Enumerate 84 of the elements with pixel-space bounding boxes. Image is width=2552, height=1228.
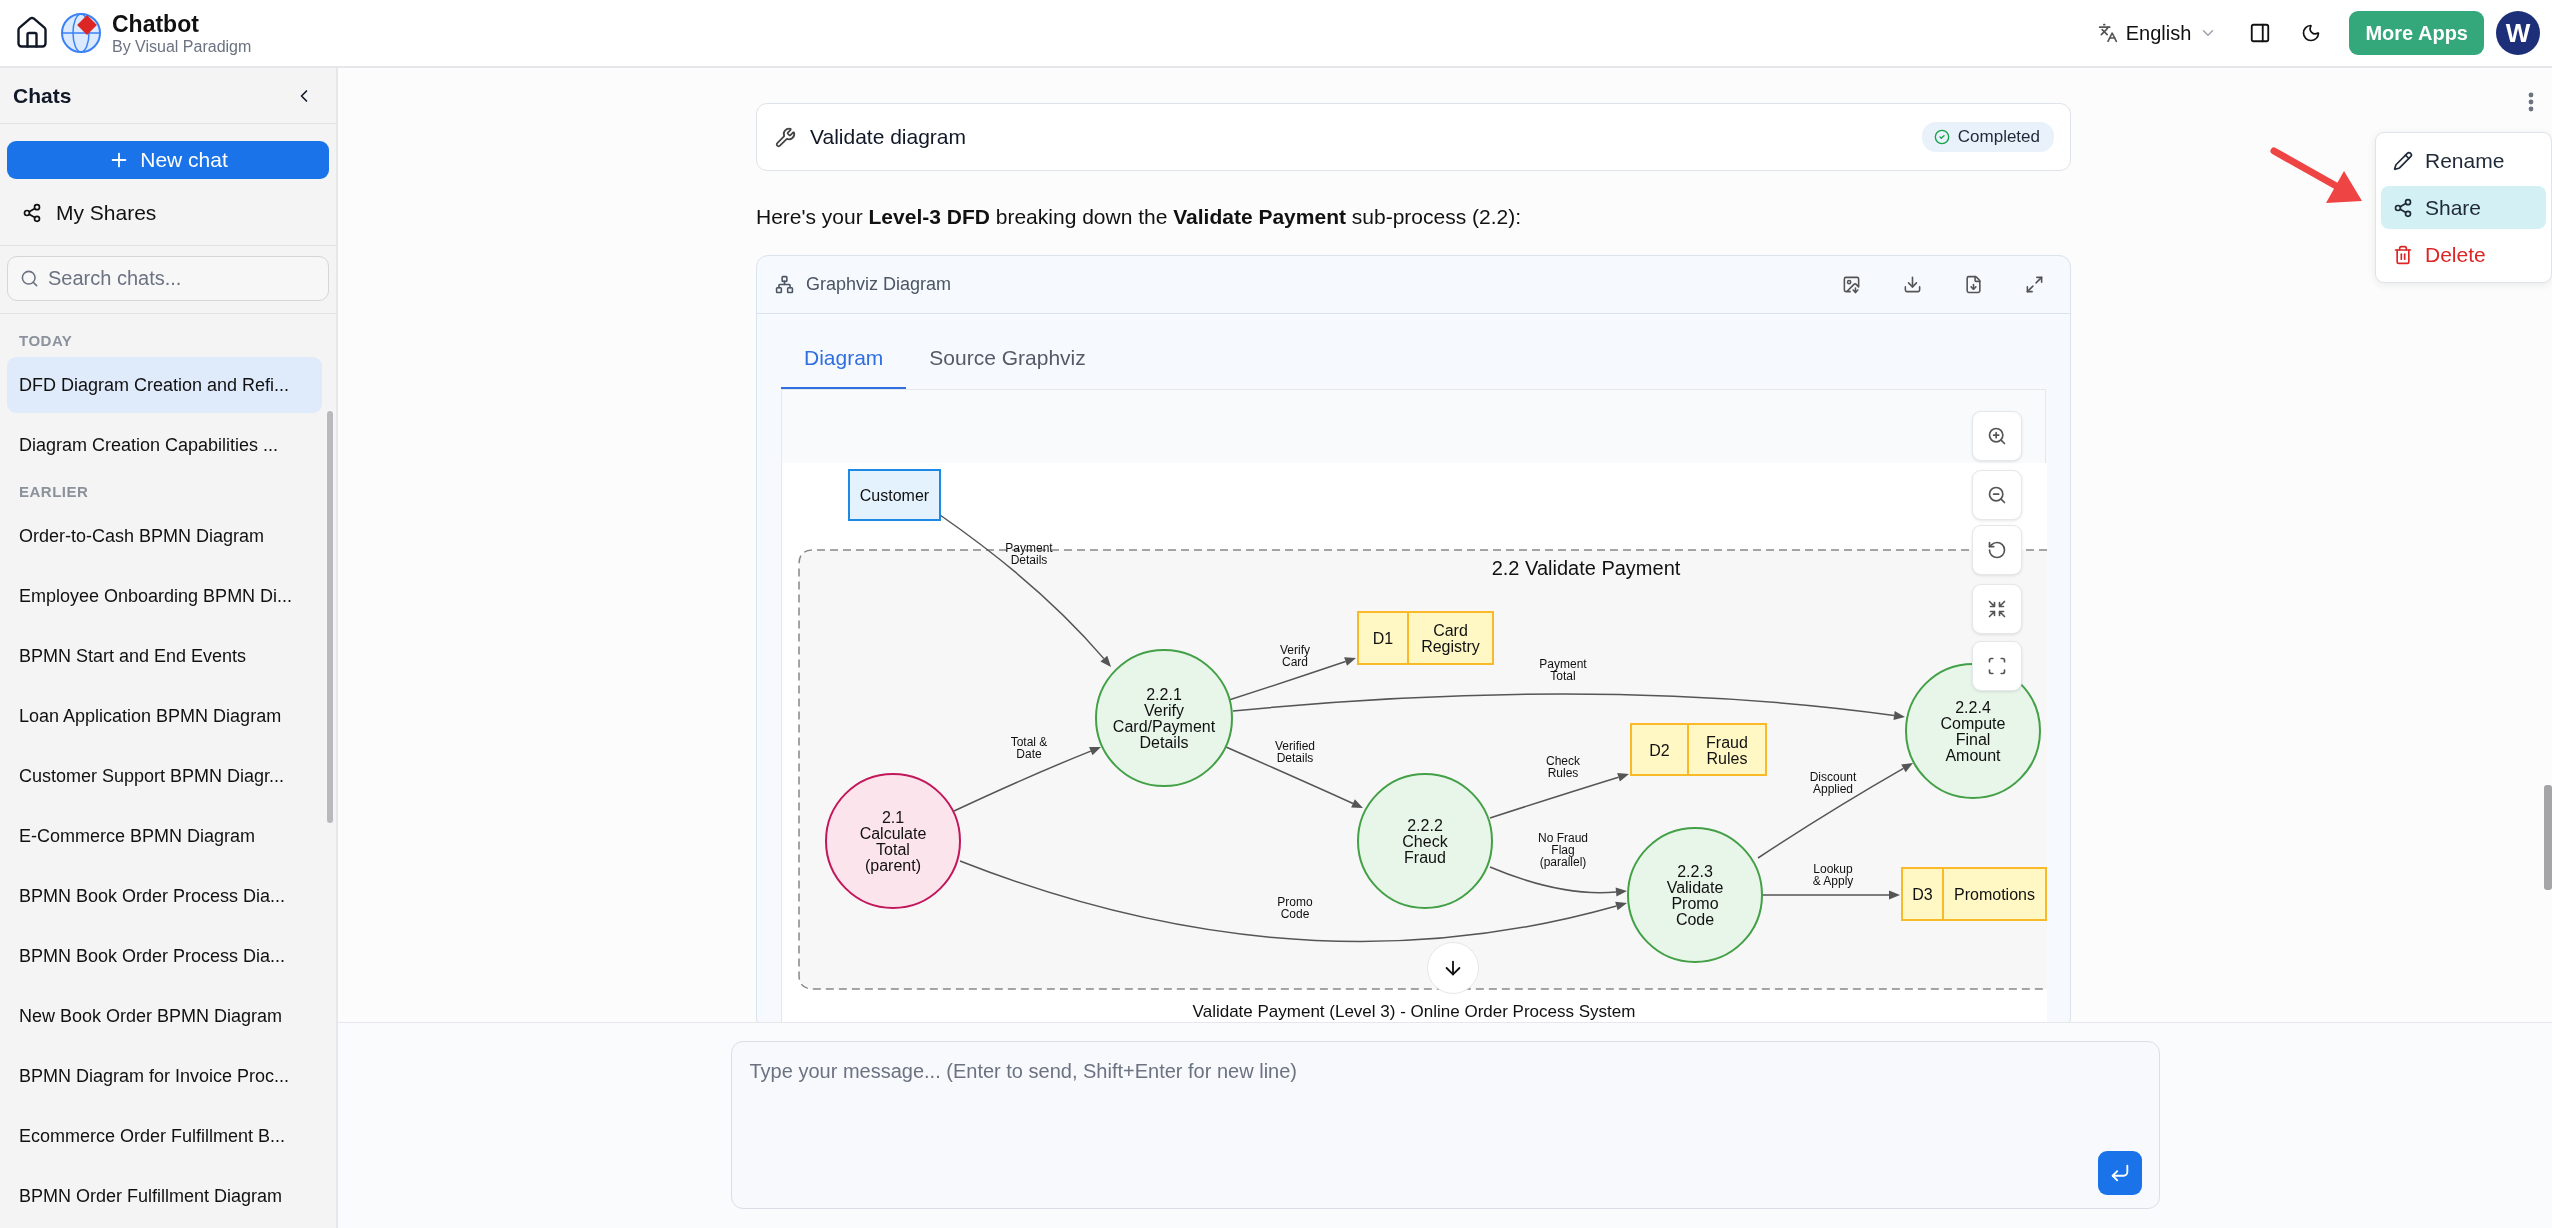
edge-label: Payment Total xyxy=(1539,657,1587,683)
data-store: D2 Fraud Rules xyxy=(1630,723,1767,776)
scrollbar-thumb[interactable] xyxy=(327,411,333,823)
diagram-card-title: Graphviz Diagram xyxy=(806,274,953,295)
zoom-out-icon xyxy=(1987,485,2007,505)
chat-item[interactable]: Order-to-Cash BPMN Diagram xyxy=(7,508,322,564)
chats-heading: Chats xyxy=(13,83,72,108)
logo-icon xyxy=(60,12,102,54)
diagram-caption: Validate Payment (Level 3) - Online Order Process System xyxy=(1192,1002,1636,1021)
moon-icon xyxy=(2301,23,2322,43)
translate-icon xyxy=(2097,23,2118,43)
hierarchy-icon xyxy=(775,275,794,294)
user-avatar[interactable]: W xyxy=(2496,11,2540,55)
data-store: D3 Promotions xyxy=(1901,867,2047,921)
chat-item[interactable]: New Book Order BPMN Diagram xyxy=(7,988,322,1044)
chat-item[interactable]: BPMN Diagram for Invoice Proc... xyxy=(7,1048,322,1104)
chat-item[interactable]: Diagram Creation Capabilities ... xyxy=(7,417,322,473)
fit-button[interactable] xyxy=(1972,584,2022,634)
reset-button[interactable] xyxy=(1972,525,2022,575)
external-entity: Customer xyxy=(848,469,941,521)
edge-label: Lookup & Apply xyxy=(1812,862,1854,888)
shrink-icon xyxy=(1987,599,2007,619)
process-circle: 2.2.4 Compute Final Amount xyxy=(1905,663,2041,799)
menu-item[interactable]: Share xyxy=(2381,186,2546,229)
panel-icon xyxy=(2249,22,2272,44)
chat-item[interactable]: Loan Application BPMN Diagram xyxy=(7,688,322,744)
edge-label: Verify Card xyxy=(1280,643,1310,669)
dots-icon xyxy=(2528,92,2534,112)
send-button[interactable] xyxy=(2097,1151,2142,1195)
wrench-icon xyxy=(775,126,796,148)
download-icon xyxy=(1903,275,1922,294)
chat-item[interactable]: BPMN Book Order Process Dia... xyxy=(7,868,322,924)
chat-item[interactable]: E-Commerce BPMN Diagram xyxy=(7,808,322,864)
chat-item[interactable]: BPMN Order Fulfillment Diagram xyxy=(7,1168,322,1224)
app-subtitle: By Visual Paradigm xyxy=(112,37,252,56)
share-icon xyxy=(2393,197,2413,218)
language-selector[interactable]: English xyxy=(2087,15,2228,51)
app-title: Chatbot xyxy=(112,10,200,38)
zoom-out-button[interactable] xyxy=(1972,470,2022,520)
menu-item[interactable]: Rename xyxy=(2381,139,2546,182)
check-icon xyxy=(1933,129,1950,145)
new-chat-button[interactable]: New chat xyxy=(7,141,329,179)
pencil-icon xyxy=(2393,150,2413,171)
edge-label: Verified Details xyxy=(1275,739,1315,765)
corners-icon xyxy=(1987,656,2007,676)
tab[interactable]: Source Graphviz xyxy=(906,334,1109,390)
trash-icon xyxy=(2393,244,2413,265)
chat-item[interactable]: Employee Onboarding BPMN Di... xyxy=(7,568,322,624)
edge-label: Discount Applied xyxy=(1809,770,1857,796)
process-circle: 2.2.3 Validate Promo Code xyxy=(1627,827,1763,963)
expand-icon xyxy=(2025,275,2044,294)
process-circle: 2.2.1 Verify Card/Payment Details xyxy=(1095,649,1233,787)
search-icon xyxy=(20,269,39,288)
edge-label: No Fraud Flag (parallel) xyxy=(1538,831,1588,869)
image-icon xyxy=(1842,275,1861,294)
edge-label: Payment Details xyxy=(1005,541,1053,567)
home-icon[interactable] xyxy=(14,15,50,51)
zoom-in-button[interactable] xyxy=(1972,411,2022,461)
message-input[interactable]: Type your message... (Enter to send, Shift+Enter for new line) xyxy=(730,1041,2160,1209)
data-store: D1 Card Registry xyxy=(1357,611,1494,665)
chat-item[interactable]: BPMN Book Order Process Dia... xyxy=(7,928,322,984)
share-icon xyxy=(22,203,42,223)
edge-label: Promo Code xyxy=(1277,895,1313,921)
chat-item[interactable]: Ecommerce Order Fulfillment B... xyxy=(7,1108,322,1164)
group-label: TODAY xyxy=(18,331,74,351)
chat-item[interactable]: Customer Support BPMN Diagr... xyxy=(7,748,322,804)
menu-item[interactable]: Delete xyxy=(2381,233,2546,276)
edge-label: Check Rules xyxy=(1546,754,1580,780)
chat-item[interactable]: BPMN Start and End Events xyxy=(7,628,322,684)
status-badge: Completed xyxy=(1921,122,2054,152)
zoom-in-icon xyxy=(1987,426,2007,446)
cluster-title: 2.2 Validate Payment xyxy=(1491,557,1681,579)
chat-item[interactable]: DFD Diagram Creation and Refi... xyxy=(7,357,322,413)
tool-call-title: Validate diagram xyxy=(810,125,968,149)
file-download-icon xyxy=(1964,275,1983,294)
message-text: Here's your Level-3 DFD breaking down the Validate Payment sub-process (2.2): xyxy=(756,205,1523,229)
group-label: EARLIER xyxy=(18,482,90,502)
scrollbar-thumb[interactable] xyxy=(2544,785,2552,890)
my-shares-link[interactable]: My Shares xyxy=(0,179,336,246)
parent-process-circle: 2.1 Calculate Total (parent) xyxy=(825,773,961,909)
process-circle: 2.2.2 Check Fraud xyxy=(1357,773,1493,909)
rotate-icon xyxy=(1987,540,2007,560)
search-field[interactable]: Search chats... xyxy=(7,256,329,301)
edge-label: Total & Date xyxy=(1010,735,1048,761)
